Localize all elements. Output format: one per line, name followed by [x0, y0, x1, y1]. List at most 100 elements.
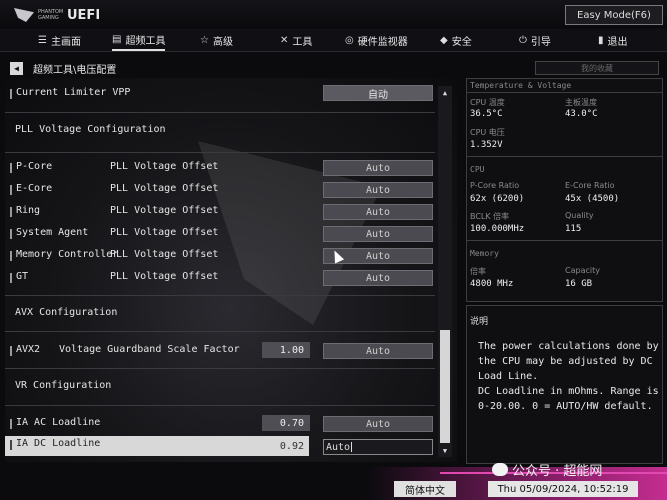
pcore-ratio-value: 62x (6200) [470, 194, 525, 204]
row-marker [10, 273, 12, 283]
ia-dc-edit-field[interactable]: Auto [323, 439, 433, 455]
cpu-temp-label: CPU 温度 [470, 98, 505, 107]
cpu-temp-value: 36.5°C [470, 109, 503, 119]
row-marker [10, 229, 12, 239]
power-icon: ⏻ [519, 34, 527, 46]
monitor-icon: ◎ [345, 34, 354, 46]
ecore-pll-value-button[interactable]: Auto [323, 182, 433, 198]
setting-row-avx2-guardband[interactable]: AVX2 Voltage Guardband Scale Factor 1.00… [5, 342, 435, 360]
ecore-ratio-label: E-Core Ratio [565, 181, 615, 190]
bclk-value: 100.000MHz [470, 224, 525, 234]
section-title-pll: PLL Voltage Configuration [15, 124, 166, 135]
cpu-volt-value: 1.352V [470, 140, 503, 150]
help-line: Load Line. [478, 371, 539, 382]
setting-label: System Agent [16, 227, 89, 238]
system-agent-pll-value-button[interactable]: Auto [323, 226, 433, 242]
wechat-watermark: 公众号 · 超能网 [492, 460, 602, 479]
ia-ac-value-button[interactable]: Auto [323, 416, 433, 432]
nav-security[interactable]: ◆ 安全 [440, 29, 472, 51]
setting-row-ia-ac-loadline[interactable]: IA AC Loadline 0.70 Auto [5, 415, 435, 433]
setting-row-ia-dc-loadline[interactable]: IA DC Loadline 0.92 [5, 436, 309, 456]
setting-label: Ring [16, 205, 41, 216]
nav-label: 硬件监视器 [357, 36, 408, 48]
wechat-icon [492, 463, 508, 476]
shield-icon: ◆ [440, 34, 448, 46]
ia-ac-number-field[interactable]: 0.70 [262, 415, 310, 431]
ia-dc-number-field[interactable]: 0.92 [262, 438, 310, 454]
oc-icon: ▤ [112, 33, 122, 45]
info-header-cpu: CPU [470, 165, 485, 174]
gt-pll-value-button[interactable]: Auto [323, 270, 433, 286]
nav-oc-tweaker[interactable]: ▤ 超频工具 [112, 29, 166, 51]
nav-advanced[interactable]: ☆ 高级 [200, 29, 233, 51]
wechat-text: 公众号 · 超能网 [512, 464, 603, 479]
setting-sublabel: PLL Voltage Offset [110, 249, 219, 260]
setting-row-system-agent-pll[interactable]: System Agent PLL Voltage Offset Auto [5, 225, 435, 243]
info-header-temp: Temperature & Voltage [470, 81, 572, 90]
row-marker [10, 207, 12, 217]
row-marker [10, 89, 12, 99]
datetime-display: Thu 05/09/2024, 10:52:19 [488, 481, 638, 497]
my-favorites-button[interactable]: 我的收藏 [535, 61, 659, 75]
setting-sublabel: PLL Voltage Offset [110, 161, 219, 172]
nav-boot[interactable]: ⏻ 引导 [519, 29, 551, 51]
cpu-volt-label: CPU 电压 [470, 128, 505, 137]
setting-row-pcore-pll[interactable]: P-Core PLL Voltage Offset Auto [5, 159, 435, 177]
nav-hw-monitor[interactable]: ◎ 硬件监视器 [345, 29, 408, 51]
logo-small-text: PHANTOM GAMING [38, 9, 64, 21]
back-arrow-icon[interactable]: ◀ [10, 62, 23, 75]
help-panel: 说明 The power calculations done by the CP… [466, 305, 663, 464]
logo-icon [14, 8, 34, 22]
nav-tool[interactable]: ✕ 工具 [280, 29, 312, 51]
language-button[interactable]: 简体中文 [394, 481, 456, 497]
section-title-avx: AVX Configuration [15, 307, 118, 318]
setting-sublabel: PLL Voltage Offset [110, 183, 219, 194]
help-line: DC Loadline in mOhms. Range is [478, 386, 659, 397]
setting-sublabel: PLL Voltage Offset [110, 205, 219, 216]
phantom-gaming-logo: PHANTOM GAMING UEFI [14, 7, 100, 23]
scrollbar-thumb[interactable] [440, 330, 450, 443]
tools-icon: ✕ [280, 34, 289, 46]
setting-label: AVX2 [16, 344, 41, 355]
pcore-pll-value-button[interactable]: Auto [323, 160, 433, 176]
current-limiter-value-button[interactable]: 自动 [323, 85, 433, 101]
breadcrumb: 超频工具\电压配置 [33, 65, 117, 76]
scroll-down-icon[interactable]: ▼ [440, 446, 450, 456]
setting-row-memory-controller-pll[interactable]: Memory Controller PLL Voltage Offset Aut… [5, 247, 435, 265]
quality-label: Quality [565, 211, 594, 220]
setting-row-current-limiter[interactable]: Current Limiter VPP 自动 [5, 85, 435, 103]
avx2-value-button[interactable]: Auto [323, 343, 433, 359]
setting-label: E-Core [16, 183, 53, 194]
help-line: the CPU may be adjusted by DC [478, 356, 653, 367]
nav-label: 退出 [607, 36, 628, 48]
row-marker [10, 440, 12, 450]
setting-sublabel: Voltage Guardband Scale Factor [59, 344, 240, 355]
setting-row-ecore-pll[interactable]: E-Core PLL Voltage Offset Auto [5, 181, 435, 199]
section-title-vr: VR Configuration [15, 380, 112, 391]
mem-ratio-value: 4800 MHz [470, 279, 514, 289]
setting-label: Memory Controller [16, 249, 119, 260]
mb-temp-label: 主板温度 [565, 98, 597, 107]
capacity-value: 16 GB [565, 279, 593, 289]
nav-label: 引导 [530, 36, 551, 48]
info-divider [467, 240, 662, 241]
nav-label: 高级 [212, 36, 233, 48]
ring-pll-value-button[interactable]: Auto [323, 204, 433, 220]
divider [5, 331, 435, 332]
bclk-label: BCLK 倍率 [470, 212, 510, 221]
row-marker [10, 251, 12, 261]
nav-exit[interactable]: ▮ 退出 [598, 29, 628, 51]
help-line: 0-20.00. 0 = AUTO/HW default. [478, 401, 653, 412]
divider [5, 368, 435, 369]
nav-main[interactable]: ☰ 主画面 [38, 29, 81, 51]
easy-mode-button[interactable]: Easy Mode(F6) [565, 5, 663, 25]
setting-row-ring-pll[interactable]: Ring PLL Voltage Offset Auto [5, 203, 435, 221]
top-bar: PHANTOM GAMING UEFI Easy Mode(F6) [0, 0, 667, 28]
pcore-ratio-label: P-Core Ratio [470, 181, 520, 190]
avx2-number-field[interactable]: 1.00 [262, 342, 310, 358]
setting-label: Current Limiter VPP [16, 87, 131, 98]
setting-row-gt-pll[interactable]: GT PLL Voltage Offset Auto [5, 269, 435, 287]
menu-icon: ☰ [38, 34, 47, 46]
edit-field-text: Auto [326, 441, 351, 453]
scroll-up-icon[interactable]: ▲ [440, 88, 450, 98]
